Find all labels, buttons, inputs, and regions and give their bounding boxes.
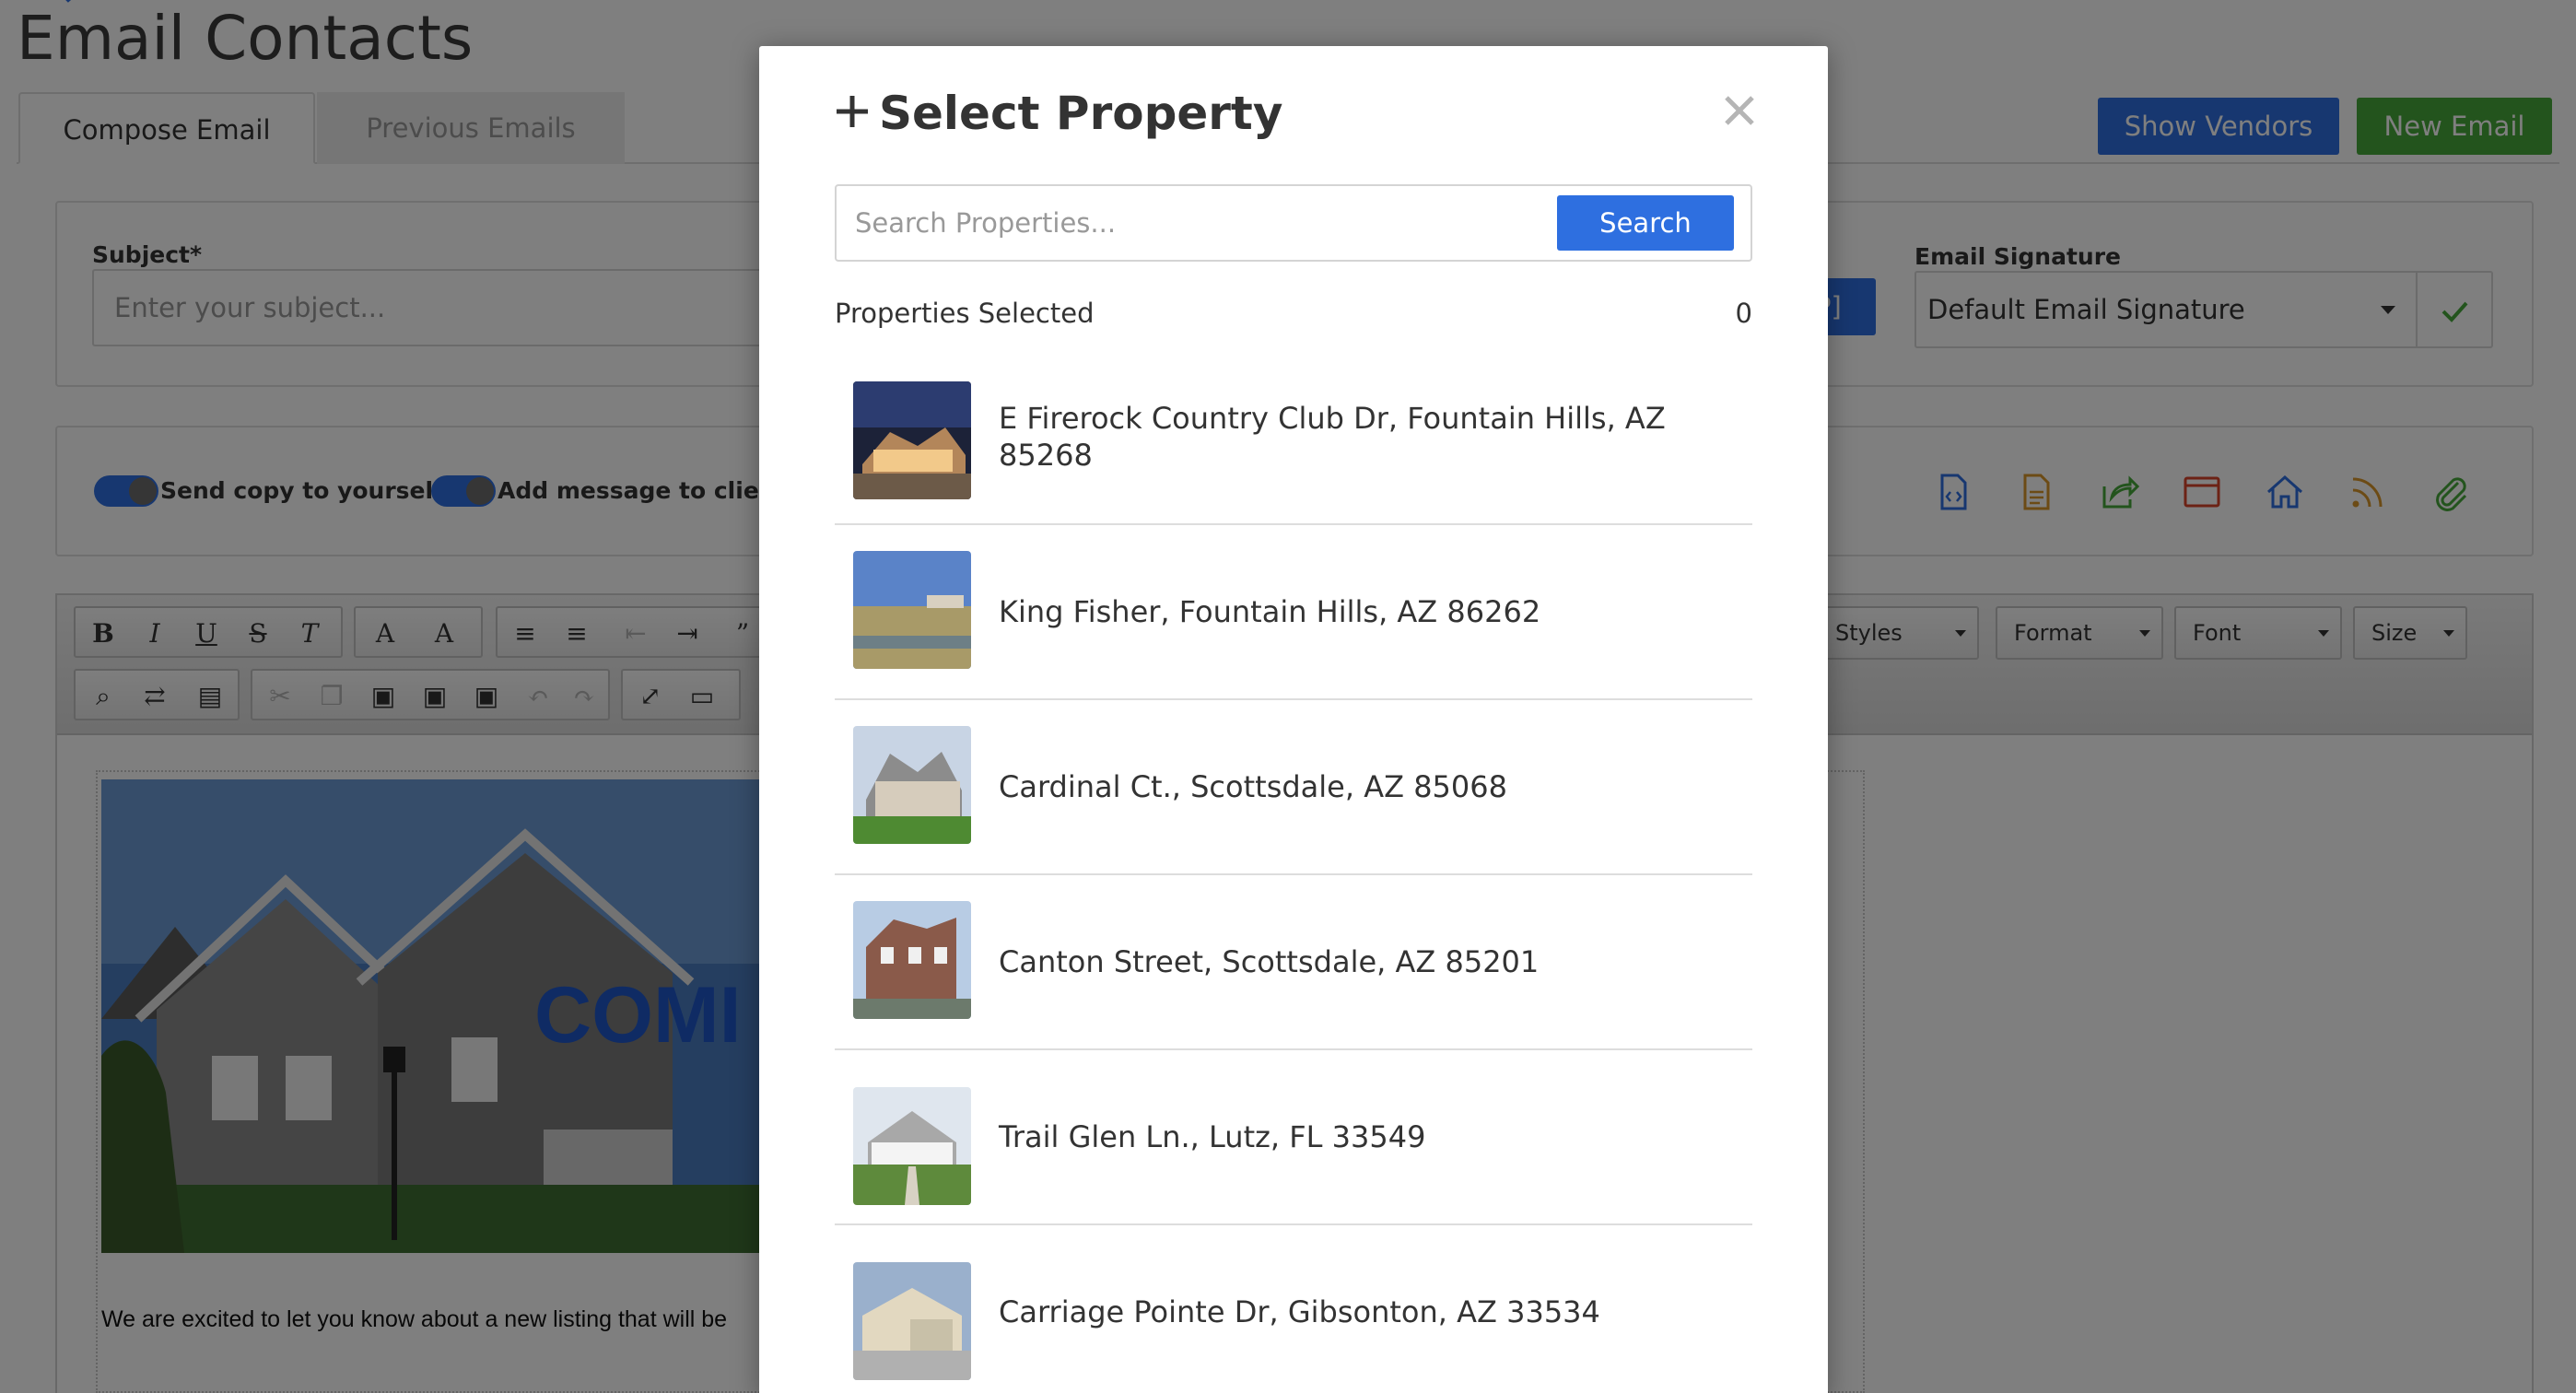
- properties-selected-label: Properties Selected: [835, 298, 1095, 329]
- property-item[interactable]: Trail Glen Ln., Lutz, FL 33549: [835, 1050, 1752, 1225]
- property-item[interactable]: Carriage Pointe Dr, Gibsonton, AZ 33534: [835, 1225, 1752, 1393]
- property-thumbnail: [853, 901, 971, 1019]
- property-address: King Fisher, Fountain Hills, AZ 86262: [999, 594, 1541, 629]
- property-address: Trail Glen Ln., Lutz, FL 33549: [999, 1119, 1426, 1154]
- property-thumbnail: [853, 551, 971, 669]
- property-item[interactable]: Canton Street, Scottsdale, AZ 85201: [835, 875, 1752, 1050]
- property-search-box: Search: [835, 184, 1752, 262]
- property-address: Canton Street, Scottsdale, AZ 85201: [999, 944, 1540, 979]
- property-address: Carriage Pointe Dr, Gibsonton, AZ 33534: [999, 1294, 1600, 1329]
- property-item[interactable]: Cardinal Ct., Scottsdale, AZ 85068: [835, 700, 1752, 875]
- property-address: Cardinal Ct., Scottsdale, AZ 85068: [999, 769, 1507, 804]
- property-item[interactable]: King Fisher, Fountain Hills, AZ 86262: [835, 525, 1752, 700]
- property-search-input[interactable]: [837, 186, 1555, 260]
- select-property-modal: Select Property Search Properties Select…: [759, 46, 1828, 1393]
- plus-icon: [837, 96, 868, 127]
- property-thumbnail: [853, 726, 971, 844]
- modal-title: Select Property: [879, 87, 1283, 140]
- property-address: E Firerock Country Club Dr, Fountain Hil…: [999, 401, 1666, 473]
- close-icon[interactable]: [1719, 90, 1760, 131]
- property-thumbnail: [853, 1087, 971, 1205]
- search-button[interactable]: Search: [1557, 195, 1734, 251]
- property-thumbnail: [853, 1262, 971, 1380]
- property-thumbnail: [853, 381, 971, 499]
- property-item[interactable]: E Firerock Country Club Dr, Fountain Hil…: [835, 350, 1752, 525]
- properties-selected-count: 0: [1735, 298, 1752, 329]
- property-list: E Firerock Country Club Dr, Fountain Hil…: [835, 350, 1752, 1393]
